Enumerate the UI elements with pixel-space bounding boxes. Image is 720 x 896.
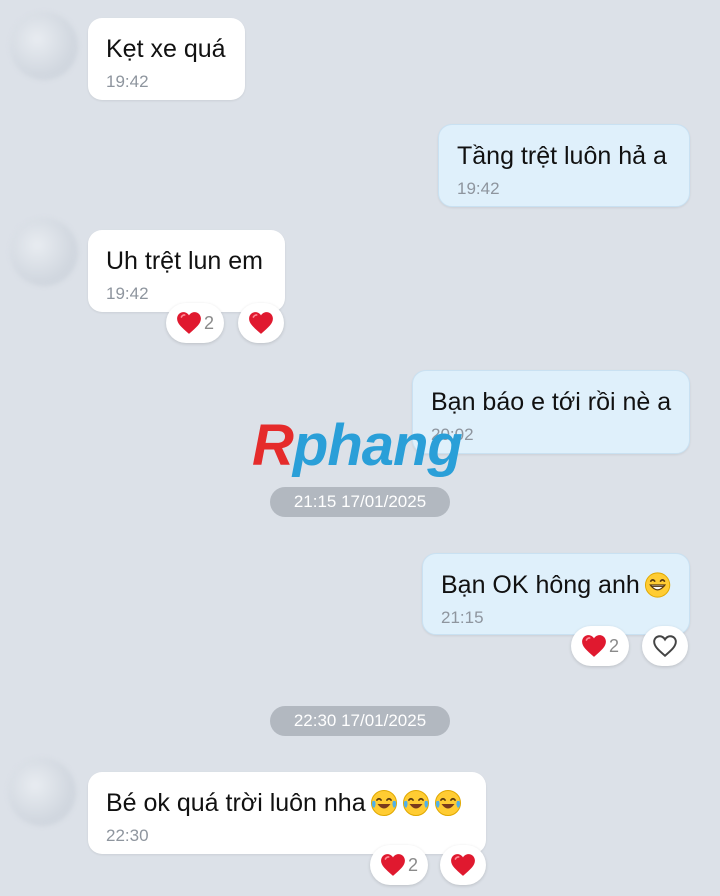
react-button[interactable] — [238, 303, 284, 343]
message-time: 19:42 — [106, 284, 149, 303]
heart-icon — [177, 312, 201, 334]
message-bubble-incoming[interactable]: Uh trệt lun em 19:42 — [88, 230, 285, 312]
message-text: Bé ok quá trời luôn nha — [106, 788, 468, 818]
reaction-count: 2 — [407, 854, 418, 875]
heart-icon — [451, 854, 475, 876]
message-time: 19:42 — [457, 179, 500, 198]
message-text-content: Bé ok quá trời luôn nha — [106, 789, 366, 817]
message-text: Tầng trệt luôn hả a — [457, 142, 667, 170]
message-time: 21:15 — [441, 608, 484, 627]
reaction-summary[interactable]: 2 — [370, 845, 428, 885]
tears-of-joy-emoji-icon — [370, 790, 397, 816]
message-time: 22:30 — [106, 826, 149, 845]
message-bubble-incoming[interactable]: Kẹt xe quá 19:42 — [88, 18, 245, 100]
tears-of-joy-emoji-icon — [434, 790, 461, 816]
reaction-count: 2 — [203, 312, 214, 333]
date-separator: 22:30 17/01/2025 — [270, 706, 450, 736]
react-button[interactable] — [642, 626, 688, 666]
message-bubble-outgoing[interactable]: Bạn OK hông anh 21:15 — [422, 553, 690, 635]
avatar[interactable] — [10, 218, 78, 286]
heart-icon — [582, 635, 606, 657]
message-text: Bạn báo e tới rồi nè a — [431, 388, 672, 416]
avatar[interactable] — [8, 758, 76, 826]
message-bubble-incoming[interactable]: Bé ok quá trời luôn nha 22:30 — [88, 772, 486, 854]
reaction-count: 2 — [608, 635, 619, 656]
grinning-sweat-emoji-icon — [644, 572, 671, 598]
heart-icon — [249, 312, 273, 334]
message-text-content: Bạn OK hông anh — [441, 571, 640, 599]
message-text: Uh trệt lun em — [106, 247, 264, 275]
react-button[interactable] — [440, 845, 486, 885]
watermark-logo: Rphang — [252, 413, 463, 478]
message-bubble-outgoing[interactable]: Tầng trệt luôn hả a 19:42 — [438, 124, 690, 207]
message-text: Kẹt xe quá — [106, 35, 226, 63]
message-time: 20:02 — [431, 425, 474, 444]
reaction-summary[interactable]: 2 — [166, 303, 224, 343]
date-separator: 21:15 17/01/2025 — [270, 487, 450, 517]
heart-icon — [381, 854, 405, 876]
tears-of-joy-emoji-icon — [402, 790, 429, 816]
message-time: 19:42 — [106, 72, 149, 91]
reaction-summary[interactable]: 2 — [571, 626, 629, 666]
message-text: Bạn OK hông anh — [441, 570, 671, 600]
avatar[interactable] — [10, 12, 78, 80]
heart-outline-icon — [653, 635, 677, 658]
